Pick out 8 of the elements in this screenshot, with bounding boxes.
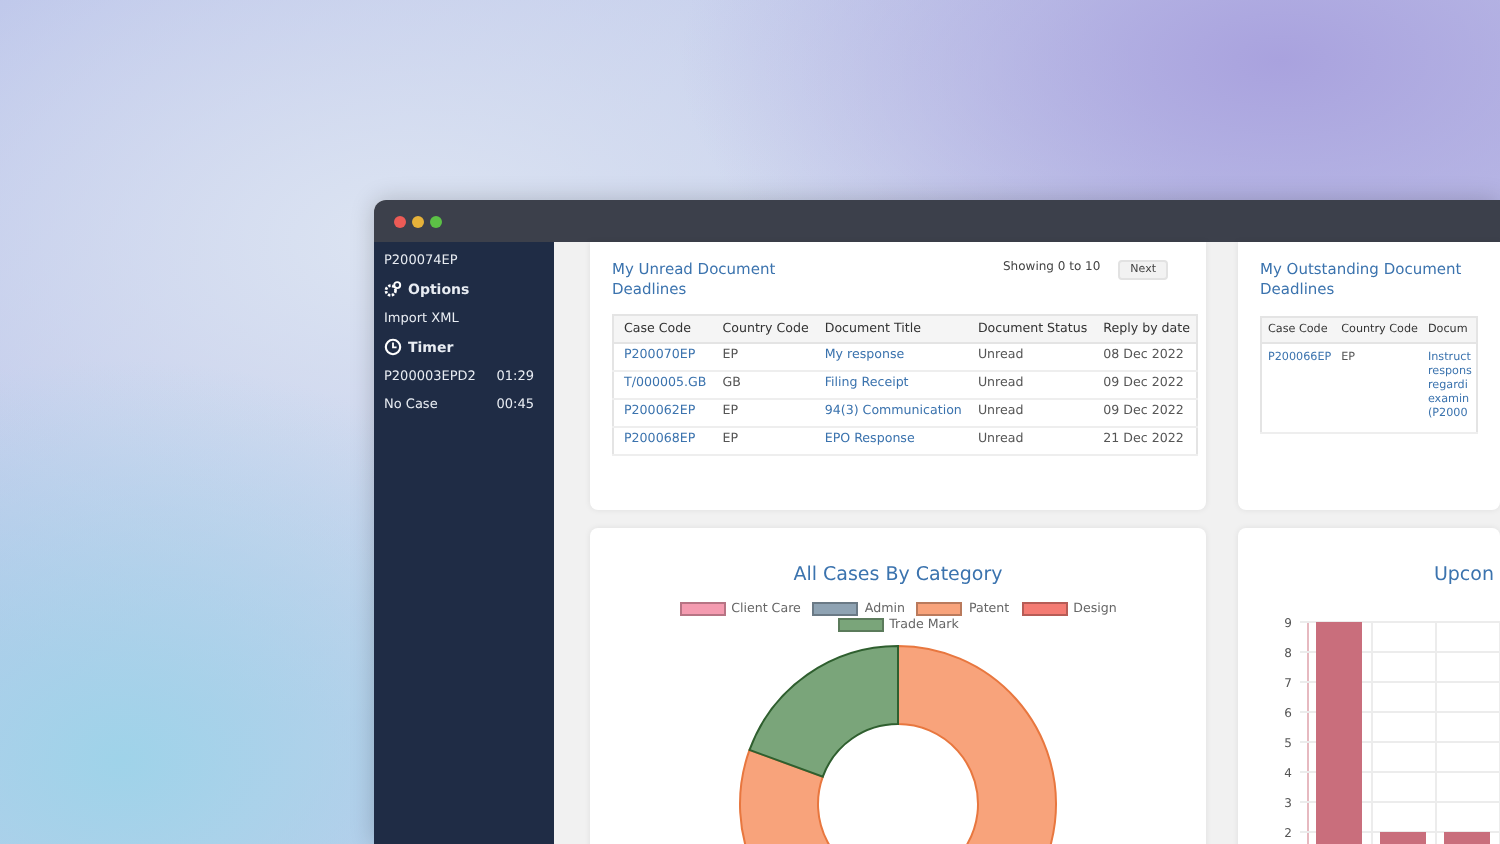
- close-icon[interactable]: [394, 215, 406, 227]
- clock-icon: [384, 338, 402, 356]
- chart-title: Upcon: [1431, 564, 1494, 586]
- chart-bar: [1444, 832, 1490, 844]
- chart-bar: [1380, 832, 1426, 844]
- chart-title: All Cases By Category: [791, 564, 1005, 586]
- minimize-icon[interactable]: [412, 215, 424, 227]
- maximize-icon[interactable]: [430, 215, 442, 227]
